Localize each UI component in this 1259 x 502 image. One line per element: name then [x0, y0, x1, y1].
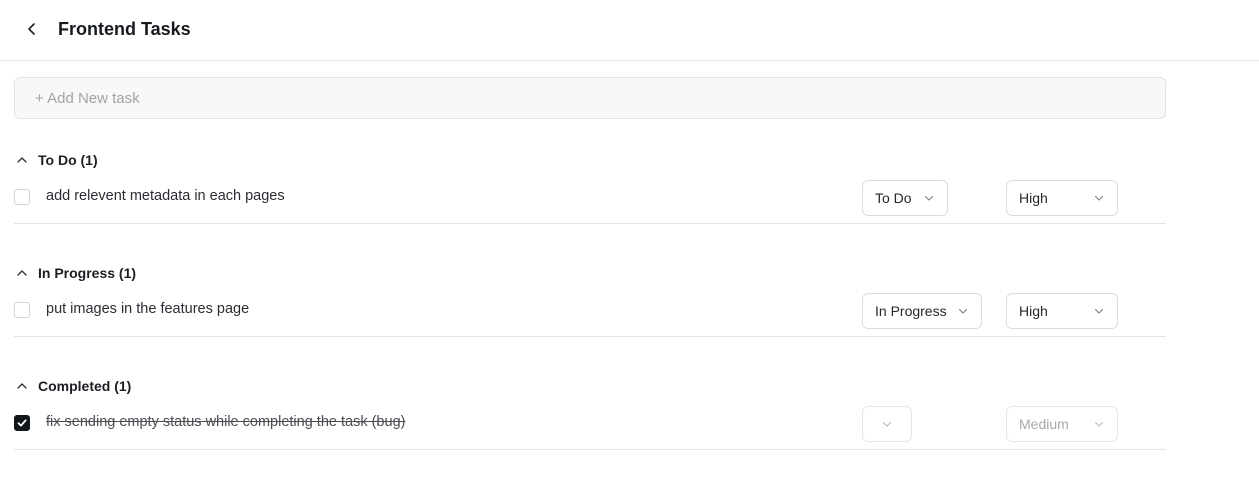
section-header-todo[interactable]: To Do (1) — [14, 149, 98, 171]
task-checkbox[interactable] — [14, 189, 30, 205]
task-row: fix sending empty status while completin… — [14, 406, 1166, 450]
priority-dropdown[interactable]: High — [1006, 180, 1118, 216]
status-dropdown[interactable]: In Progress — [862, 293, 982, 329]
chevron-down-icon — [882, 421, 892, 427]
chevron-left-icon — [28, 23, 35, 35]
section-completed: Completed (1) fix sending empty status w… — [14, 375, 1166, 488]
priority-value: High — [1019, 190, 1048, 206]
section-todo: To Do (1) add relevent metadata in each … — [14, 149, 1166, 262]
status-value: In Progress — [875, 303, 947, 319]
chevron-up-icon — [14, 152, 30, 168]
task-row: put images in the features page In Progr… — [14, 293, 1166, 337]
priority-dropdown[interactable]: High — [1006, 293, 1118, 329]
task-row: add relevent metadata in each pages To D… — [14, 180, 1166, 224]
top-bar: Frontend Tasks — [0, 0, 1259, 61]
priority-value: High — [1019, 303, 1048, 319]
page-title: Frontend Tasks — [58, 19, 191, 39]
chevron-up-icon — [14, 378, 30, 394]
task-text: add relevent metadata in each pages — [46, 188, 285, 204]
chevron-up-icon — [14, 265, 30, 281]
section-title: To Do (1) — [38, 152, 98, 168]
status-value: To Do — [875, 190, 912, 206]
priority-value: Medium — [1019, 416, 1069, 432]
chevron-down-icon — [1094, 308, 1104, 314]
status-dropdown[interactable] — [862, 406, 912, 442]
task-checkbox[interactable] — [14, 415, 30, 431]
task-text: put images in the features page — [46, 301, 250, 317]
check-icon — [17, 419, 27, 427]
back-button[interactable] — [20, 17, 44, 41]
task-text: fix sending empty status while completin… — [46, 414, 406, 430]
chevron-down-icon — [924, 195, 934, 201]
chevron-down-icon — [1094, 421, 1104, 427]
priority-dropdown[interactable]: Medium — [1006, 406, 1118, 442]
section-header-completed[interactable]: Completed (1) — [14, 375, 131, 397]
chevron-down-icon — [1094, 195, 1104, 201]
task-checkbox[interactable] — [14, 302, 30, 318]
status-dropdown[interactable]: To Do — [862, 180, 948, 216]
chevron-down-icon — [958, 308, 968, 314]
section-title: In Progress (1) — [38, 265, 137, 281]
add-task-input[interactable] — [14, 77, 1166, 119]
section-header-in-progress[interactable]: In Progress (1) — [14, 262, 136, 284]
section-in-progress: In Progress (1) put images in the featur… — [14, 262, 1166, 375]
section-title: Completed (1) — [38, 378, 132, 394]
